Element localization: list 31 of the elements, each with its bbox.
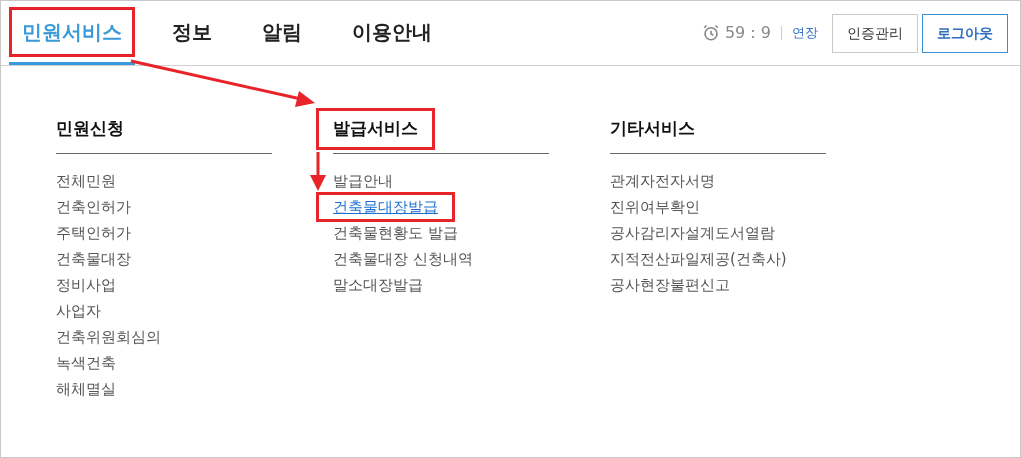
nav-tab[interactable]: 알림 bbox=[249, 1, 315, 65]
arrow bbox=[310, 152, 326, 191]
menu-link[interactable]: 관계자전자서명 bbox=[610, 169, 715, 193]
menu-link[interactable]: 주택인허가 bbox=[56, 221, 131, 245]
nav-tab[interactable]: 정보 bbox=[159, 1, 225, 65]
menu-link[interactable]: 발급안내 bbox=[333, 169, 393, 193]
menu-link[interactable]: 녹색건축 bbox=[56, 351, 116, 375]
logout-button[interactable]: 로그아웃 bbox=[922, 13, 1008, 53]
menu-link[interactable]: 건축물현황도 발급 bbox=[333, 221, 458, 245]
column-title: 기타서비스 bbox=[609, 117, 696, 141]
menu-link[interactable]: 공사현장불편신고 bbox=[610, 273, 730, 297]
alarm-clock-icon bbox=[701, 24, 720, 42]
column-title: 발급서비스 bbox=[316, 108, 435, 150]
menu-link[interactable]: 사업자 bbox=[56, 299, 101, 323]
menu-link[interactable]: 건축물대장 bbox=[56, 247, 131, 271]
menu-link[interactable]: 건축물대장 신청내역 bbox=[333, 247, 473, 271]
extend-link[interactable]: 연장 bbox=[792, 23, 818, 43]
menu-link[interactable]: 지적전산파일제공(건축사) bbox=[610, 247, 787, 271]
menu-link[interactable]: 전체민원 bbox=[56, 169, 116, 193]
certificate-button[interactable]: 인증관리 bbox=[832, 13, 918, 53]
menu-link[interactable]: 건축위원회심의 bbox=[56, 325, 161, 349]
menu-link[interactable]: 건축물대장발급 bbox=[316, 191, 455, 223]
session-timer: 59 : 9 bbox=[724, 22, 771, 44]
menu-link[interactable]: 해체멸실 bbox=[56, 377, 116, 401]
menu-link[interactable]: 말소대장발급 bbox=[333, 273, 423, 297]
menu-link[interactable]: 공사감리자설계도서열람 bbox=[610, 221, 775, 245]
menu-link[interactable]: 진위여부확인 bbox=[610, 195, 700, 219]
column-title: 민원신청 bbox=[55, 117, 125, 141]
menu-link[interactable]: 정비사업 bbox=[56, 273, 116, 297]
nav-tab[interactable]: 이용안내 bbox=[339, 1, 445, 65]
menu-link[interactable]: 건축인허가 bbox=[56, 195, 131, 219]
